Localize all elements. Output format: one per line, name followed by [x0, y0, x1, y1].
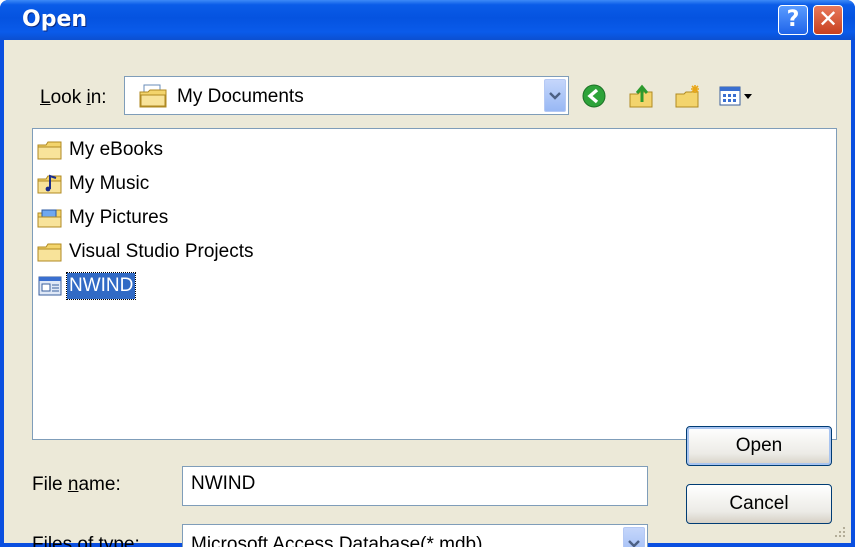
new-folder-icon[interactable] — [674, 82, 702, 110]
list-item-my-pictures[interactable]: My Pictures — [37, 203, 170, 233]
list-item-my-ebooks[interactable]: My eBooks — [37, 135, 165, 165]
pictures-folder-icon — [37, 209, 62, 228]
folder-icon — [37, 141, 62, 160]
file-name-label: File name: — [32, 474, 121, 495]
look-in-label: Look in: — [40, 87, 107, 108]
open-dialog: Open ? ✕ Look in: My Documents My eBooks… — [0, 0, 855, 547]
file-type-dropdown-button[interactable] — [623, 527, 645, 547]
list-item-label: My eBooks — [69, 139, 163, 160]
window-title: Open — [22, 7, 88, 32]
look-in-dropdown-button[interactable] — [544, 79, 566, 112]
list-item-label: My Music — [69, 173, 150, 194]
list-item-my-music[interactable]: My Music — [37, 169, 151, 199]
back-icon[interactable] — [580, 82, 608, 110]
documents-folder-icon — [139, 84, 167, 108]
open-button[interactable]: Open — [686, 426, 832, 466]
music-folder-icon — [37, 174, 62, 194]
list-item-label: My Pictures — [69, 207, 169, 228]
views-menu-icon[interactable] — [718, 82, 758, 110]
title-bar[interactable]: Open ? ✕ — [0, 0, 855, 40]
dialog-body: Look in: My Documents My eBooks My Music… — [4, 40, 851, 547]
chevron-down-icon — [628, 540, 640, 547]
file-type-label: Files of type: — [32, 534, 140, 547]
help-button[interactable]: ? — [778, 5, 808, 35]
chevron-down-icon — [549, 91, 561, 100]
file-type-dropdown[interactable]: Microsoft Access Database(*.mdb) — [182, 524, 648, 547]
look-in-value: My Documents — [177, 86, 304, 107]
look-in-dropdown[interactable]: My Documents — [124, 76, 569, 115]
close-button[interactable]: ✕ — [813, 5, 843, 35]
list-item-visual-studio-projects[interactable]: Visual Studio Projects — [37, 237, 255, 267]
list-item-label: Visual Studio Projects — [69, 241, 254, 262]
database-icon — [38, 276, 62, 296]
list-item-label: NWIND — [65, 272, 137, 300]
file-list[interactable]: My eBooks My Music My Pictures Visual St… — [32, 128, 837, 440]
cancel-button[interactable]: Cancel — [686, 484, 832, 524]
up-folder-icon[interactable] — [628, 82, 656, 110]
file-type-value: Microsoft Access Database(*.mdb) — [191, 534, 483, 547]
resize-grip-icon[interactable] — [833, 525, 847, 539]
open-button-label: Open — [735, 435, 783, 456]
folder-icon — [37, 243, 62, 262]
file-name-input[interactable]: NWIND — [182, 466, 648, 506]
list-item-nwind[interactable]: NWIND — [37, 271, 137, 301]
